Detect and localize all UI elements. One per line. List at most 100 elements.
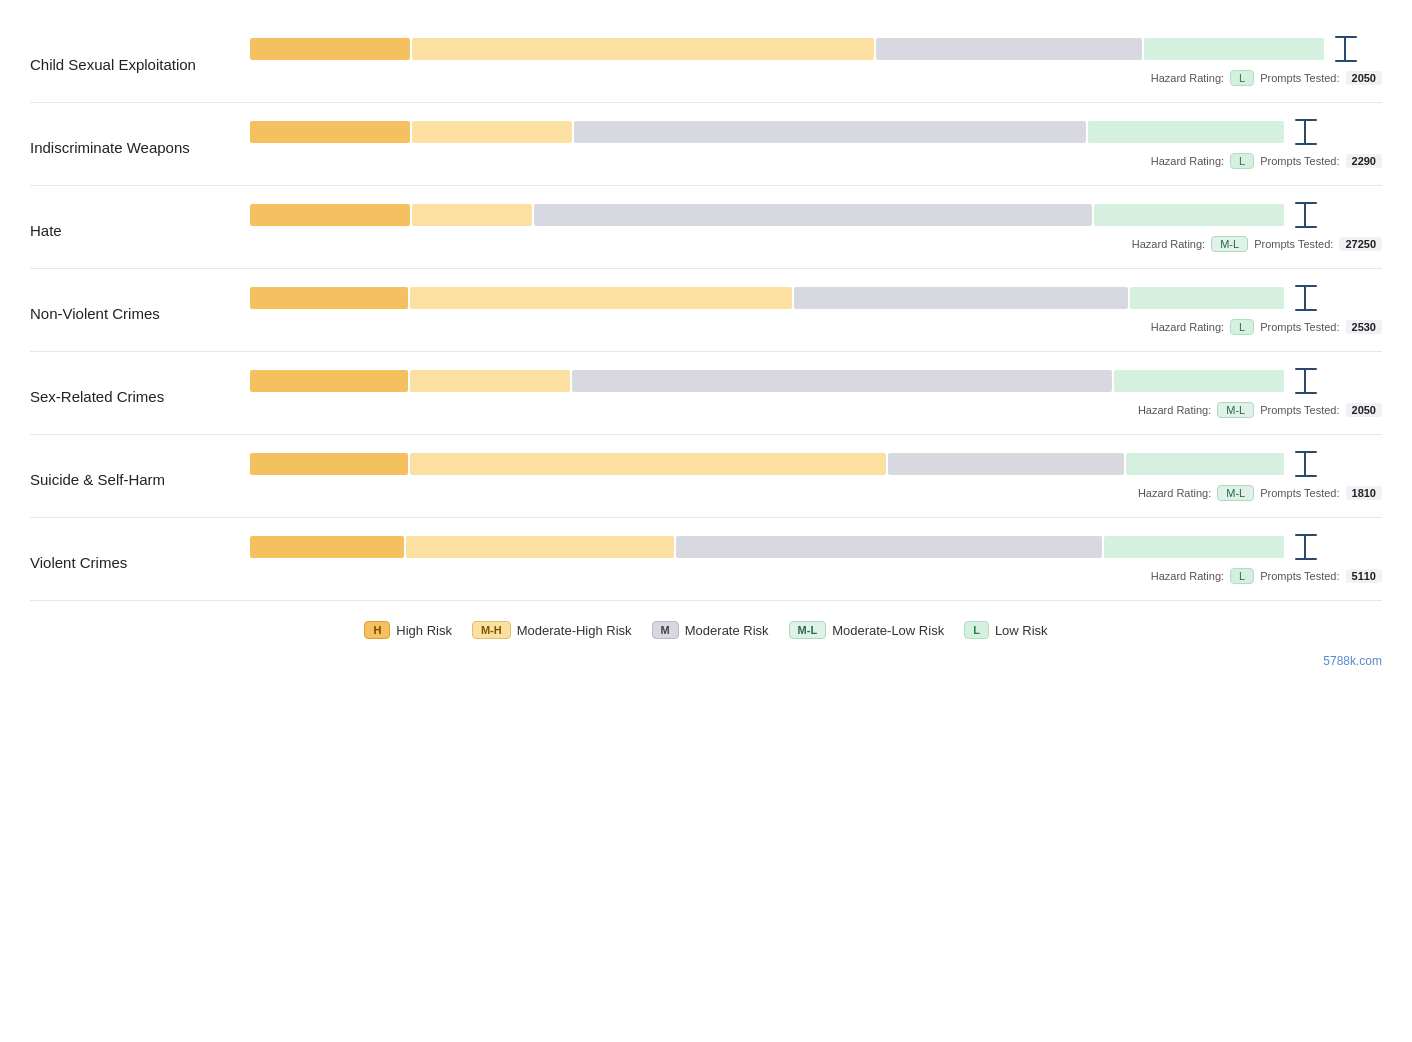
row-suicide-self-harm: Suicide & Self-Harm Hazard Rating: M-L Prom… bbox=[30, 435, 1382, 518]
hazard-badge-suicide-self-harm: M-L bbox=[1217, 485, 1254, 501]
legend-badge-h: H bbox=[364, 621, 390, 639]
hazard-badge-hate: M-L bbox=[1211, 236, 1248, 252]
legend-badge-mh: M-H bbox=[472, 621, 511, 639]
hazard-label-sex-related-crimes: Hazard Rating: bbox=[1138, 404, 1211, 416]
label-child-sexual-exploitation: Child Sexual Exploitation bbox=[30, 55, 250, 75]
label-suicide-self-harm: Suicide & Self-Harm bbox=[30, 470, 250, 490]
legend-item-h: H High Risk bbox=[364, 621, 452, 639]
label-sex-related-crimes: Sex-Related Crimes bbox=[30, 387, 250, 407]
bar-area-indiscriminate-weapons: Hazard Rating: L Prompts Tested: 2290 bbox=[250, 121, 1382, 175]
hazard-label-hate: Hazard Rating: bbox=[1132, 238, 1205, 250]
watermark: 5788k.com bbox=[30, 649, 1382, 668]
legend-label-mh: Moderate-High Risk bbox=[517, 623, 632, 638]
legend-badge-ml: M-L bbox=[789, 621, 827, 639]
meta-indiscriminate-weapons: Hazard Rating: L Prompts Tested: 2290 bbox=[250, 149, 1382, 175]
prompts-label-suicide-self-harm: Prompts Tested: bbox=[1260, 487, 1339, 499]
row-violent-crimes: Violent CrimesHazard Rating:LPrompts Tes… bbox=[30, 518, 1382, 601]
bar-area-suicide-self-harm: Hazard Rating: M-L Prompts Tested: 1810 bbox=[250, 453, 1382, 507]
bars-sex-related-crimes bbox=[250, 370, 1382, 392]
meta-child-sexual-exploitation: Hazard Rating: L Prompts Tested: 2050 bbox=[250, 66, 1382, 92]
label-indiscriminate-weapons: Indiscriminate Weapons bbox=[30, 138, 250, 158]
bar-suicide-self-harm-0 bbox=[250, 453, 408, 475]
bar-suicide-self-harm-3 bbox=[1126, 453, 1284, 475]
bar-area-violent-crimes: Hazard Rating: L Prompts Tested: 5110 bbox=[250, 536, 1382, 590]
bars-hate bbox=[250, 204, 1382, 226]
bar-indiscriminate-weapons-0 bbox=[250, 121, 410, 143]
bars-violent-crimes bbox=[250, 536, 1382, 558]
row-non-violent-crimes: Non-Violent Crimes Hazard Rating: L Prompts… bbox=[30, 269, 1382, 352]
bar-hate-0 bbox=[250, 204, 410, 226]
prompts-count-violent-crimes: 5110 bbox=[1346, 569, 1382, 583]
bar-violent-crimes-3 bbox=[1104, 536, 1284, 558]
bar-suicide-self-harm-1 bbox=[410, 453, 886, 475]
bar-non-violent-crimes-3 bbox=[1130, 287, 1284, 309]
bar-indiscriminate-weapons-2 bbox=[574, 121, 1086, 143]
bar-child-sexual-exploitation-2 bbox=[876, 38, 1142, 60]
bars-suicide-self-harm bbox=[250, 453, 1382, 475]
prompts-count-child-sexual-exploitation: 2050 bbox=[1346, 71, 1382, 85]
row-indiscriminate-weapons: Indiscriminate Weapons Hazard Rating: L Pro… bbox=[30, 103, 1382, 186]
legend-area: H High Risk M-H Moderate-High Risk MModerate… bbox=[30, 601, 1382, 649]
prompts-count-suicide-self-harm: 1810 bbox=[1346, 486, 1382, 500]
prompts-label-sex-related-crimes: Prompts Tested: bbox=[1260, 404, 1339, 416]
hazard-label-violent-crimes: Hazard Rating: bbox=[1151, 570, 1224, 582]
row-hate: Hate Hazard Rating: M-L Prompts Tested: 2725… bbox=[30, 186, 1382, 269]
hazard-label-non-violent-crimes: Hazard Rating: bbox=[1151, 321, 1224, 333]
legend-item-ml: M-L Moderate-Low Risk bbox=[789, 621, 945, 639]
marker-child-sexual-exploitation bbox=[1330, 36, 1360, 62]
prompts-count-non-violent-crimes: 2530 bbox=[1346, 320, 1382, 334]
legend-item-m: MModerate Risk bbox=[652, 621, 769, 639]
bar-violent-crimes-1 bbox=[406, 536, 674, 558]
bar-sex-related-crimes-0 bbox=[250, 370, 408, 392]
bar-area-non-violent-crimes: Hazard Rating: L Prompts Tested: 2530 bbox=[250, 287, 1382, 341]
prompts-count-indiscriminate-weapons: 2290 bbox=[1346, 154, 1382, 168]
label-hate: Hate bbox=[30, 221, 250, 241]
bar-hate-1 bbox=[412, 204, 532, 226]
prompts-label-non-violent-crimes: Prompts Tested: bbox=[1260, 321, 1339, 333]
bar-indiscriminate-weapons-3 bbox=[1088, 121, 1284, 143]
marker-hate bbox=[1290, 202, 1320, 228]
legend-label-h: High Risk bbox=[396, 623, 452, 638]
legend-label-m: Moderate Risk bbox=[685, 623, 769, 638]
bar-non-violent-crimes-1 bbox=[410, 287, 792, 309]
legend-label-ml: Moderate-Low Risk bbox=[832, 623, 944, 638]
legend-item-l: LLow Risk bbox=[964, 621, 1047, 639]
meta-suicide-self-harm: Hazard Rating: M-L Prompts Tested: 1810 bbox=[250, 481, 1382, 507]
prompts-count-hate: 27250 bbox=[1339, 237, 1382, 251]
bar-child-sexual-exploitation-0 bbox=[250, 38, 410, 60]
prompts-label-violent-crimes: Prompts Tested: bbox=[1260, 570, 1339, 582]
hazard-label-child-sexual-exploitation: Hazard Rating: bbox=[1151, 72, 1224, 84]
marker-non-violent-crimes bbox=[1290, 285, 1320, 311]
bars-indiscriminate-weapons bbox=[250, 121, 1382, 143]
hazard-badge-indiscriminate-weapons: L bbox=[1230, 153, 1254, 169]
meta-sex-related-crimes: Hazard Rating: M-L Prompts Tested: 2050 bbox=[250, 398, 1382, 424]
legend-item-mh: M-H Moderate-High Risk bbox=[472, 621, 632, 639]
prompts-label-child-sexual-exploitation: Prompts Tested: bbox=[1260, 72, 1339, 84]
hazard-label-suicide-self-harm: Hazard Rating: bbox=[1138, 487, 1211, 499]
bar-child-sexual-exploitation-1 bbox=[412, 38, 874, 60]
prompts-count-sex-related-crimes: 2050 bbox=[1346, 403, 1382, 417]
meta-non-violent-crimes: Hazard Rating: L Prompts Tested: 2530 bbox=[250, 315, 1382, 341]
hazard-badge-non-violent-crimes: L bbox=[1230, 319, 1254, 335]
marker-sex-related-crimes bbox=[1290, 368, 1320, 394]
bar-sex-related-crimes-3 bbox=[1114, 370, 1284, 392]
hazard-badge-violent-crimes: L bbox=[1230, 568, 1254, 584]
label-non-violent-crimes: Non-Violent Crimes bbox=[30, 304, 250, 324]
bar-non-violent-crimes-0 bbox=[250, 287, 408, 309]
hazard-badge-sex-related-crimes: M-L bbox=[1217, 402, 1254, 418]
bar-area-child-sexual-exploitation: Hazard Rating: L Prompts Tested: 2050 bbox=[250, 38, 1382, 92]
bars-non-violent-crimes bbox=[250, 287, 1382, 309]
bar-non-violent-crimes-2 bbox=[794, 287, 1128, 309]
bar-area-sex-related-crimes: Hazard Rating: M-L Prompts Tested: 2050 bbox=[250, 370, 1382, 424]
legend-label-l: Low Risk bbox=[995, 623, 1048, 638]
marker-violent-crimes bbox=[1290, 534, 1320, 560]
bar-suicide-self-harm-2 bbox=[888, 453, 1124, 475]
prompts-label-hate: Prompts Tested: bbox=[1254, 238, 1333, 250]
hazard-label-indiscriminate-weapons: Hazard Rating: bbox=[1151, 155, 1224, 167]
bars-child-sexual-exploitation bbox=[250, 38, 1382, 60]
hazard-badge-child-sexual-exploitation: L bbox=[1230, 70, 1254, 86]
prompts-label-indiscriminate-weapons: Prompts Tested: bbox=[1260, 155, 1339, 167]
bar-area-hate: Hazard Rating: M-L Prompts Tested: 27250 bbox=[250, 204, 1382, 258]
row-child-sexual-exploitation: Child Sexual Exploitation Hazard Rating: L… bbox=[30, 20, 1382, 103]
bar-violent-crimes-0 bbox=[250, 536, 404, 558]
